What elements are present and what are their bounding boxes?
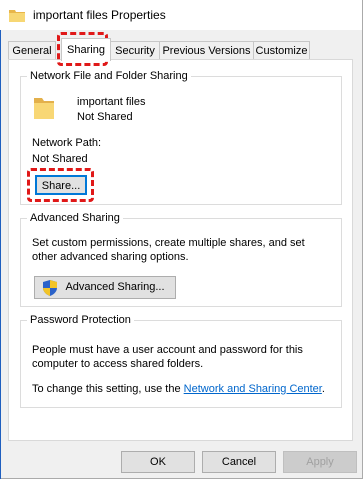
password-protection-legend: Password Protection bbox=[30, 314, 131, 326]
ok-button[interactable]: OK bbox=[121, 451, 195, 473]
advanced-sharing-description: Set custom permissions, create multiple … bbox=[32, 237, 305, 263]
password-protection-description: People must have a user account and pass… bbox=[32, 344, 303, 370]
cancel-button[interactable]: Cancel bbox=[202, 451, 276, 473]
network-sharing-legend: Network File and Folder Sharing bbox=[30, 70, 188, 82]
apply-button[interactable]: Apply bbox=[283, 451, 357, 473]
tab-security[interactable]: Security bbox=[110, 41, 160, 60]
uac-shield-icon bbox=[43, 280, 57, 296]
tab-previous-versions[interactable]: Previous Versions bbox=[159, 41, 254, 60]
folder-icon bbox=[9, 9, 25, 22]
tab-general[interactable]: General bbox=[8, 41, 56, 60]
network-path-value: Not Shared bbox=[32, 153, 88, 165]
share-button[interactable]: Share... bbox=[35, 175, 87, 195]
window-edge bbox=[0, 28, 1, 479]
advanced-sharing-button-label: Advanced Sharing... bbox=[65, 281, 165, 293]
folder-share-status: Not Shared bbox=[77, 111, 133, 123]
window-title: important files Properties bbox=[33, 8, 166, 22]
advanced-sharing-button[interactable]: Advanced Sharing... bbox=[34, 276, 176, 299]
tab-customize[interactable]: Customize bbox=[253, 41, 310, 60]
change-setting-prefix: To change this setting, use the bbox=[32, 383, 181, 395]
change-setting-text: To change this setting, use the Network … bbox=[32, 382, 325, 396]
tab-sharing[interactable]: Sharing bbox=[61, 38, 111, 61]
properties-dialog: important files Properties General Shari… bbox=[0, 0, 363, 479]
network-sharing-center-link[interactable]: Network and Sharing Center bbox=[184, 383, 322, 395]
advanced-sharing-legend: Advanced Sharing bbox=[30, 212, 120, 224]
shared-folder-icon bbox=[33, 96, 56, 120]
title-bar[interactable]: important files Properties bbox=[0, 0, 362, 30]
network-path-label: Network Path: bbox=[32, 137, 102, 149]
change-setting-suffix: . bbox=[321, 383, 325, 395]
sharing-tab-panel: Network File and Folder Sharing importan… bbox=[8, 59, 353, 441]
folder-name: important files bbox=[77, 96, 146, 108]
